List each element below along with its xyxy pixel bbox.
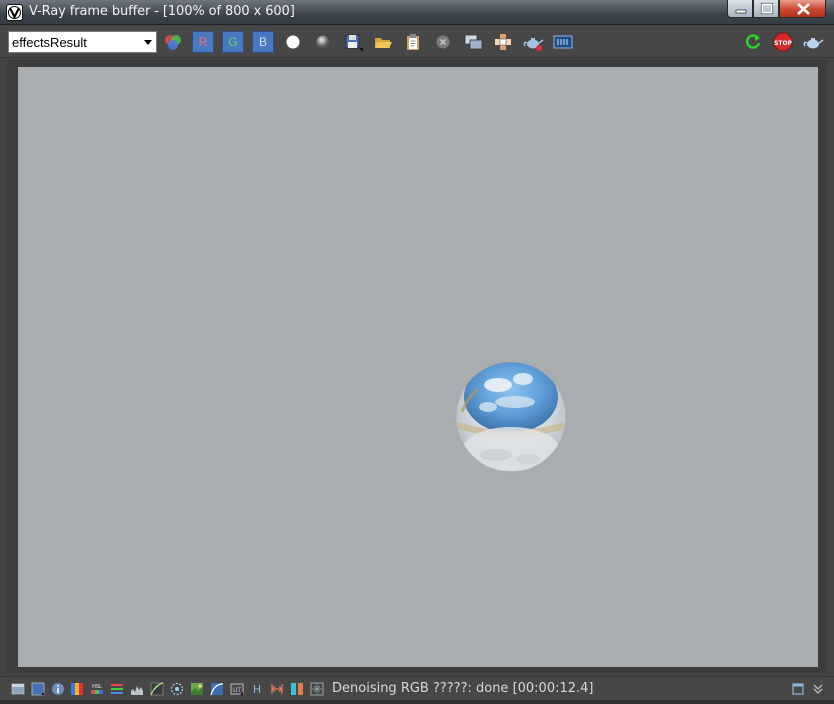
history-icon[interactable] xyxy=(11,682,25,696)
teapot-render-icon[interactable] xyxy=(522,31,544,53)
window-bottom-border xyxy=(0,700,834,704)
film-strip-icon[interactable] xyxy=(552,31,574,53)
stop-label: STOP xyxy=(774,40,793,47)
curves-icon[interactable] xyxy=(150,682,164,696)
stop-icon[interactable]: STOP xyxy=(772,31,794,53)
lut-icon[interactable]: UT xyxy=(230,682,244,696)
close-icon xyxy=(797,3,810,15)
title-bar[interactable]: V-Ray frame buffer - [100% of 800 x 600] xyxy=(0,0,834,25)
chevron-down-icon xyxy=(144,40,152,45)
restore-panel-icon[interactable] xyxy=(791,682,805,696)
toolbar: effectsResult R G B STOP xyxy=(0,26,834,58)
render-viewport[interactable] xyxy=(18,67,818,667)
status-bar: HSL UT H Denoising RGB ?????: done [00:0… xyxy=(0,676,834,700)
levels-icon[interactable] xyxy=(110,682,124,696)
expand-panel-icon[interactable] xyxy=(811,682,825,696)
histogram-icon[interactable] xyxy=(130,682,144,696)
teapot-last-render-icon[interactable] xyxy=(802,31,824,53)
maximize-icon xyxy=(760,2,774,15)
blue-channel-button[interactable]: B xyxy=(252,31,274,53)
monochrome-icon[interactable] xyxy=(312,31,334,53)
close-button[interactable] xyxy=(779,0,826,18)
save-icon[interactable] xyxy=(342,31,364,53)
split-view-icon[interactable] xyxy=(290,682,304,696)
hsl-label: HSL xyxy=(92,684,102,690)
color-channels-icon[interactable] xyxy=(162,31,184,53)
minimize-button[interactable] xyxy=(727,0,753,18)
hue-icon[interactable]: H xyxy=(250,682,264,696)
region-render-icon[interactable] xyxy=(492,31,514,53)
duplicate-to-max-icon[interactable] xyxy=(462,31,484,53)
exposure-curve-icon[interactable] xyxy=(210,682,224,696)
alpha-white-icon[interactable] xyxy=(282,31,304,53)
open-folder-icon[interactable] xyxy=(372,31,394,53)
status-message: Denoising RGB ?????: done [00:00:12.4] xyxy=(332,681,594,696)
display-correction-icon[interactable] xyxy=(31,682,45,696)
red-channel-button[interactable]: R xyxy=(192,31,214,53)
channel-select[interactable]: effectsResult xyxy=(8,31,157,53)
compare-ab-icon[interactable] xyxy=(270,682,284,696)
lens-effects-icon[interactable] xyxy=(170,682,184,696)
clear-icon[interactable] xyxy=(432,31,454,53)
channel-select-value: effectsResult xyxy=(12,35,87,50)
vfb-window: V-Ray frame buffer - [100% of 800 x 600]… xyxy=(0,0,834,704)
background-image-icon[interactable] xyxy=(190,682,204,696)
window-title: V-Ray frame buffer - [100% of 800 x 600] xyxy=(29,4,295,19)
h-label: H xyxy=(253,683,261,696)
pixel-aspect-icon[interactable] xyxy=(310,682,324,696)
svg-text:UT: UT xyxy=(233,687,241,694)
maximize-button[interactable] xyxy=(753,0,779,18)
refresh-icon[interactable] xyxy=(742,31,764,53)
minimize-icon xyxy=(735,9,747,14)
green-channel-button[interactable]: G xyxy=(222,31,244,53)
clipboard-icon[interactable] xyxy=(402,31,424,53)
vray-logo-icon xyxy=(6,4,23,21)
color-balance-icon[interactable] xyxy=(70,682,84,696)
info-icon[interactable] xyxy=(51,682,65,696)
rendered-chrome-sphere xyxy=(455,361,567,473)
hsl-icon[interactable]: HSL xyxy=(90,682,104,696)
